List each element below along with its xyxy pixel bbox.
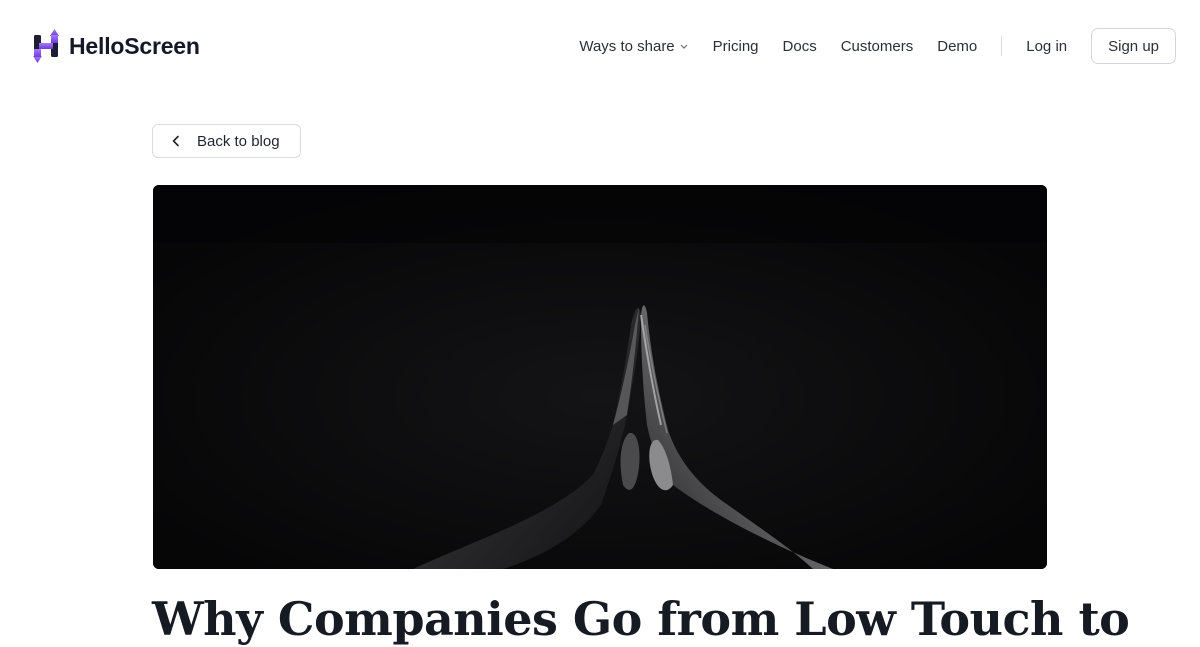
chevron-down-icon [680, 44, 688, 49]
brand-name: HelloScreen [69, 32, 200, 59]
nav-demo[interactable]: Demo [937, 38, 977, 55]
article-title: Why Companies Go from Low Touch to [152, 592, 1130, 646]
site-header: HelloScreen Ways to share Pricing Docs C… [0, 0, 1200, 92]
nav-customers[interactable]: Customers [841, 38, 914, 55]
back-to-blog-button[interactable]: Back to blog [152, 124, 301, 158]
praying-hands-image [153, 185, 1047, 569]
hero-image [153, 185, 1047, 569]
nav-ways-to-share[interactable]: Ways to share [579, 38, 688, 55]
nav-divider [1001, 36, 1003, 56]
login-link[interactable]: Log in [1026, 38, 1067, 55]
back-to-blog-label: Back to blog [197, 132, 280, 150]
brand-logo[interactable]: HelloScreen [33, 29, 200, 63]
nav-pricing[interactable]: Pricing [713, 38, 759, 55]
nav-docs[interactable]: Docs [783, 38, 817, 55]
main-nav: Ways to share Pricing Docs Customers Dem… [579, 28, 1176, 64]
signup-button[interactable]: Sign up [1091, 28, 1176, 64]
chevron-left-icon [172, 135, 179, 147]
helloscreen-logo-icon [33, 29, 59, 63]
nav-ways-to-share-label: Ways to share [579, 37, 675, 55]
